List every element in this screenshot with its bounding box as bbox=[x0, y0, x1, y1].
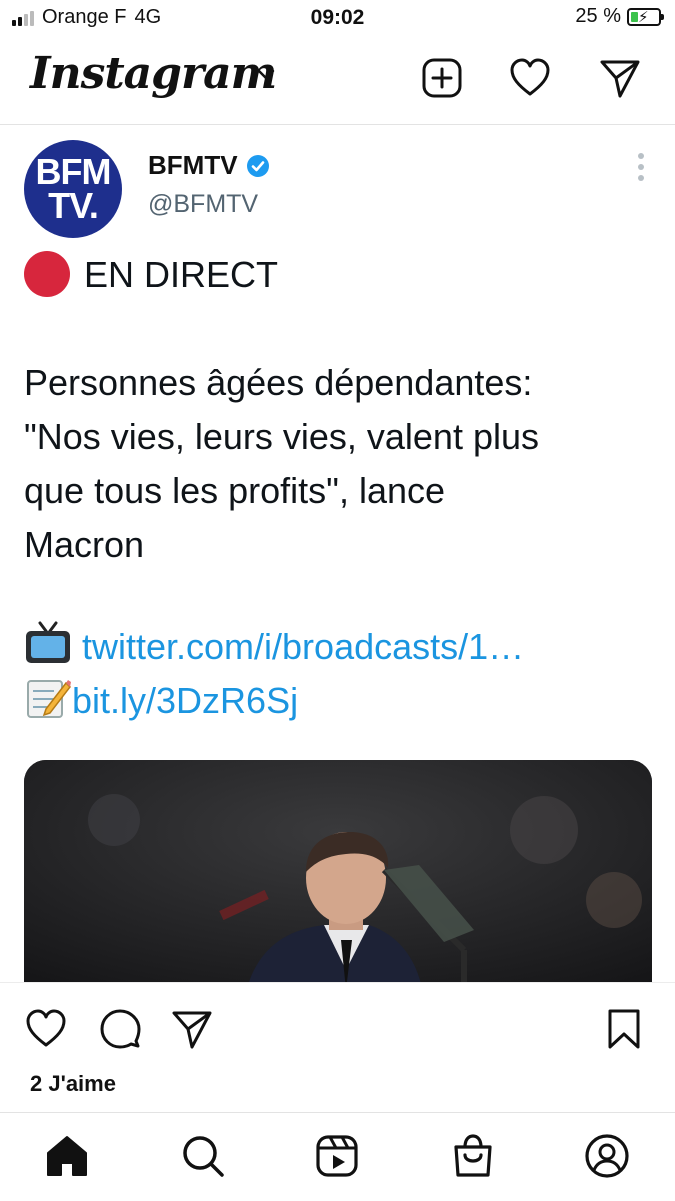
headline-line: Macron bbox=[24, 524, 145, 565]
link-line-2: bit.ly/3DzR6Sj bbox=[24, 674, 298, 728]
speaker-photo bbox=[24, 760, 652, 982]
status-right: 25 % ⚡ bbox=[575, 5, 664, 28]
direct-message-icon[interactable] bbox=[598, 56, 642, 100]
battery-icon: ⚡ bbox=[627, 7, 664, 26]
bottom-navigation bbox=[0, 1112, 675, 1201]
add-post-icon[interactable] bbox=[420, 56, 464, 100]
headline-line: Personnes âgées dépendantes: bbox=[24, 362, 533, 403]
memo-icon bbox=[27, 680, 71, 718]
live-line: EN DIRECT bbox=[24, 248, 278, 302]
video-thumbnail[interactable] bbox=[24, 760, 652, 982]
chevron-down-icon[interactable] bbox=[256, 68, 276, 82]
comment-icon[interactable] bbox=[98, 1007, 142, 1051]
link-line-1: twitter.com/i/broadcasts/1… bbox=[24, 620, 524, 674]
avatar-text-top: BFM bbox=[35, 150, 112, 192]
share-icon[interactable] bbox=[170, 1007, 214, 1051]
post-image[interactable]: BFM TV. BFMTV @BFMTV EN DIRECT Personnes… bbox=[0, 140, 675, 982]
shop-icon[interactable] bbox=[450, 1133, 496, 1179]
headline-line: "Nos vies, leurs vies, valent plus bbox=[24, 416, 539, 457]
account-name: BFMTV bbox=[148, 150, 238, 180]
battery-percent: 25 % bbox=[575, 5, 621, 27]
verified-badge-icon bbox=[246, 154, 269, 177]
avatar-text-bottom: TV. bbox=[48, 185, 99, 226]
home-icon[interactable] bbox=[44, 1133, 90, 1179]
headline-line: que tous les profits", lance bbox=[24, 470, 446, 511]
heart-icon[interactable] bbox=[24, 1007, 68, 1051]
live-label: EN DIRECT bbox=[84, 254, 279, 295]
instagram-logo[interactable]: Instagram bbox=[30, 48, 277, 99]
reels-icon[interactable] bbox=[314, 1133, 360, 1179]
battery-fill bbox=[631, 11, 638, 22]
more-options-icon[interactable] bbox=[637, 152, 645, 182]
account-avatar[interactable]: BFM TV. bbox=[24, 140, 122, 238]
status-bar: Orange F 4G 09:02 25 % ⚡ bbox=[0, 0, 675, 40]
profile-icon[interactable] bbox=[584, 1133, 630, 1179]
headline: Personnes âgées dépendantes: "Nos vies, … bbox=[24, 356, 539, 572]
tv-icon bbox=[26, 621, 70, 663]
bookmark-icon[interactable] bbox=[602, 1007, 646, 1051]
charging-bolt-icon: ⚡ bbox=[638, 8, 649, 26]
heart-icon[interactable] bbox=[508, 56, 552, 100]
account-handle: @BFMTV bbox=[148, 190, 259, 218]
status-time: 09:02 bbox=[310, 6, 365, 29]
like-count[interactable]: 2 J'aime bbox=[30, 1071, 116, 1097]
article-link[interactable]: bit.ly/3DzR6Sj bbox=[72, 680, 298, 721]
search-icon[interactable] bbox=[180, 1133, 226, 1179]
broadcast-link[interactable]: twitter.com/i/broadcasts/1… bbox=[82, 626, 524, 667]
live-dot-icon bbox=[24, 251, 70, 297]
post-actions: 2 J'aime bbox=[0, 982, 675, 1113]
app-header: Instagram bbox=[0, 40, 675, 125]
account-name-row: BFMTV bbox=[148, 150, 270, 181]
